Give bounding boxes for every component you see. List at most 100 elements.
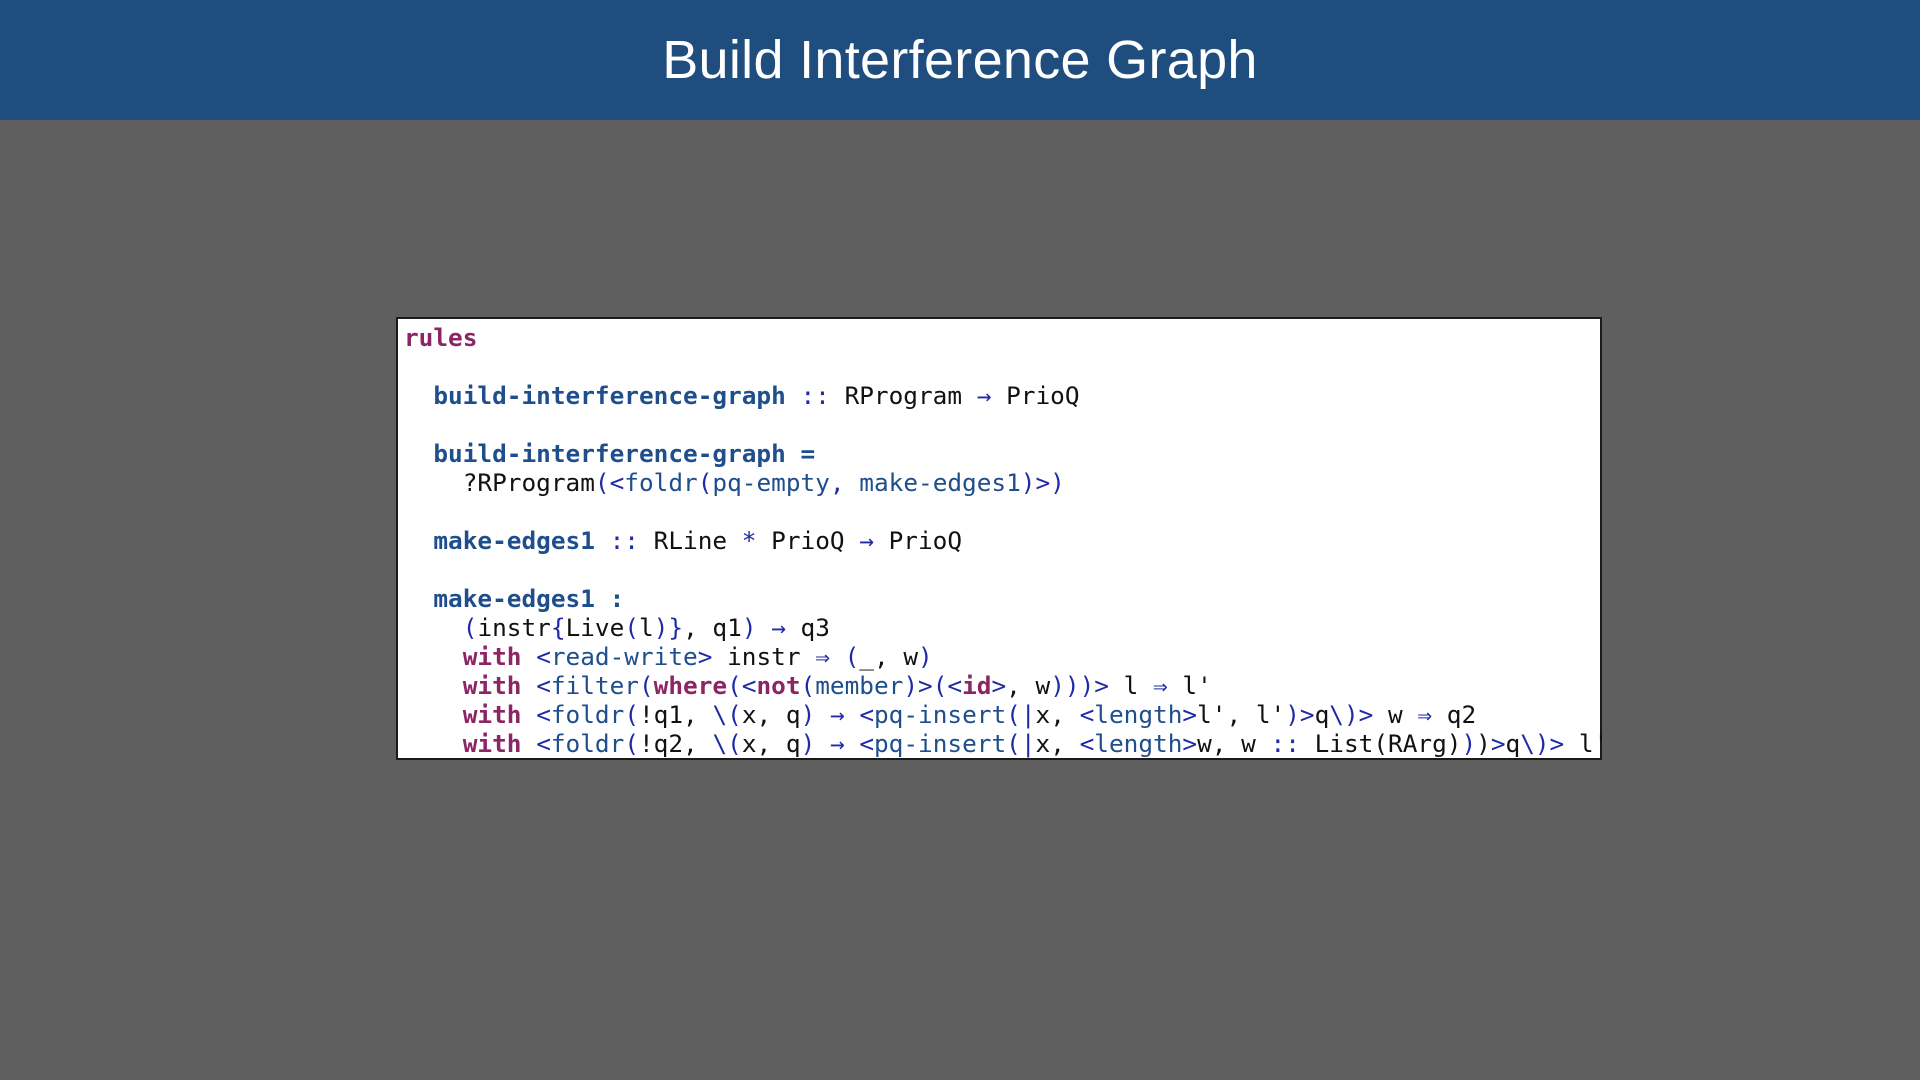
code-token: not [756,671,801,700]
code-token: , q1 [683,613,742,642]
code-token: )>) [1020,468,1065,497]
code-token: > [1182,729,1198,758]
code-token: ( [697,468,713,497]
code-token: foldr [624,468,698,497]
code-line: with <foldr(!q1, \(x, q) → <pq-insert(|x… [404,700,1594,729]
code-token: x, [1035,729,1080,758]
code-token: !q2, [639,729,713,758]
code-token: < [859,729,874,758]
slide-header: Build Interference Graph [0,0,1920,120]
code-token: q2 [1432,700,1477,729]
code-token: (| [1006,729,1036,758]
code-token: < [536,642,551,671]
code-line: rules [404,323,1594,352]
code-token: make-edges1 [859,468,1021,497]
code-token: instr [712,642,816,671]
code-token: < [1079,700,1095,729]
code-token: id [962,671,992,700]
code-token: → [976,381,992,410]
code-token: > [1490,729,1506,758]
code-token: → [829,729,845,758]
code-token: member [815,671,904,700]
code-token: ) [800,700,816,729]
code-token: ⇒ [815,642,830,671]
code-token: PrioQ [873,526,963,555]
code-token: where [653,671,728,700]
code-token: pq-insert [874,700,1007,729]
code-token: w, w [1197,729,1271,758]
code-token: ( [624,700,639,729]
code-token: ⇒ [1417,700,1433,729]
code-token: > [1182,700,1198,729]
code-token: → [829,700,845,729]
code-token: pq-insert [874,729,1007,758]
code-token: < [1079,729,1095,758]
code-token: q [1314,700,1330,729]
code-token: < [536,671,551,700]
code-token: ( [800,671,816,700]
code-token: !q1, [639,700,713,729]
code-token: \)> [1329,700,1374,729]
code-token: foldr [550,729,625,758]
code-token: q [1505,729,1521,758]
code-token: (< [594,468,625,497]
code-token: :: [785,381,845,410]
code-token: l' [1167,671,1212,700]
code-token: filter [550,671,639,700]
code-token: build-interference-graph = [433,439,816,468]
code-line: with <read-write> instr ⇒ (_, w) [404,642,1594,671]
code-token: l' [1564,729,1609,758]
code-token: ( [624,729,639,758]
code-token: )> [1285,700,1315,729]
code-token: (| [1006,700,1036,729]
code-token: ) [1476,729,1491,758]
code-token: → [771,613,786,642]
code-token: q3 [785,613,830,642]
code-token: x, [1035,700,1080,729]
code-token: pq-empty [712,468,830,497]
code-line: with <foldr(!q2, \(x, q) → <pq-insert(|x… [404,729,1609,758]
code-token: l [1108,671,1154,700]
code-token: ) [1461,729,1477,758]
code-token: with [462,642,522,671]
code-token: w [1373,700,1418,729]
code-token: ( [638,671,654,700]
code-token: with [462,671,522,700]
slide-title: Build Interference Graph [662,30,1258,90]
code-token: ) [918,642,933,671]
code-token: ?RProgram [404,468,595,497]
code-token: List(RArg) [1299,729,1462,758]
code-token: ( [844,642,860,671]
code-token: l [639,613,654,642]
code-token: _, w [859,642,919,671]
code-line: make-edges1 :: RLine * PrioQ → PrioQ [404,526,1594,555]
code-token: , [829,468,860,497]
code-token: \)> [1520,729,1565,758]
code-token: )>(< [903,671,963,700]
code-token: \( [712,729,742,758]
code-token: foldr [550,700,625,729]
code-token: > [991,671,1007,700]
code-token: :: [1270,729,1300,758]
code-line: ?RProgram(<foldr(pq-empty, make-edges1)>… [404,468,1594,497]
code-line: (instr{Live(l)}, q1) → q3 [404,613,1594,642]
